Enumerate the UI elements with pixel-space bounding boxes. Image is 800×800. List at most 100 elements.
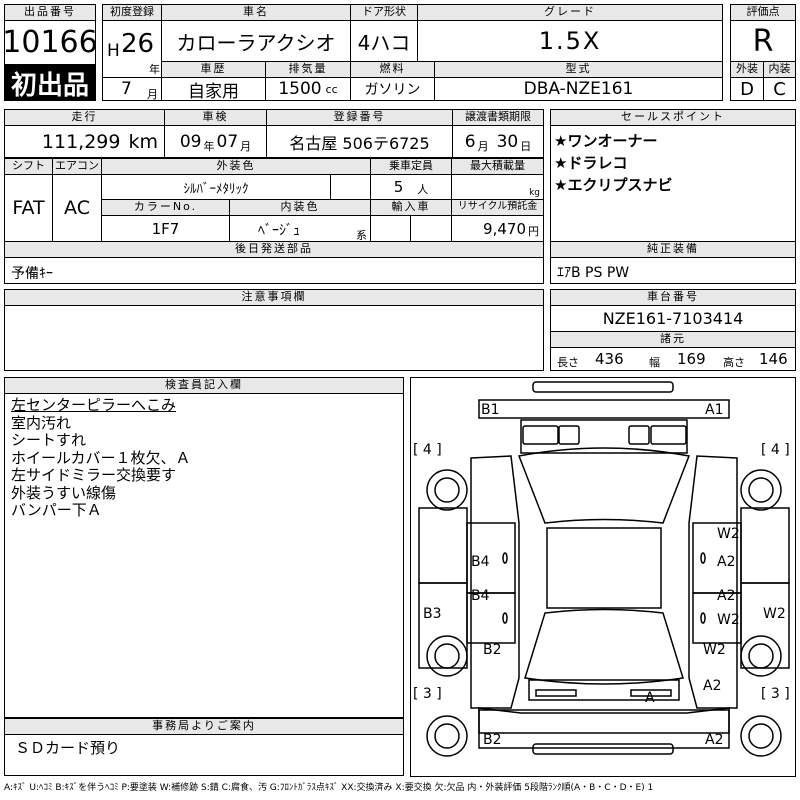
- import-cell: [370, 215, 411, 242]
- fuel-cell: ガソリン: [350, 77, 435, 101]
- door-cell: 4ハコ: [350, 20, 418, 62]
- mark-left-4: [ 4 ]: [413, 442, 442, 458]
- capacity-unit: 人: [417, 183, 429, 196]
- fuel-header: 燃料: [350, 61, 435, 78]
- history-header: 車歴: [161, 61, 266, 78]
- door-header: ドア形状: [350, 4, 418, 21]
- ac-header: エアコン: [52, 158, 102, 175]
- genuine-equipment: ｴｱB PS PW: [557, 265, 630, 281]
- plate-header: 登録番号: [266, 109, 453, 126]
- reg-month: 7: [121, 79, 132, 99]
- sales-points-cell: ★ワンオーナー ★ドラレコ ★エクリプスナビ: [550, 125, 796, 242]
- later-parts-cell: 予備ｷｰ: [4, 257, 544, 284]
- mark-left-b4-2: B4: [471, 588, 490, 604]
- inspector-line: 左サイドミラー交換要す: [11, 466, 177, 484]
- shift: FAT: [12, 197, 45, 219]
- capacity: 5: [393, 178, 404, 196]
- inspection-cell: 09 年 07 月: [164, 125, 267, 158]
- reg-year: 26: [121, 29, 155, 59]
- inspector-header: 検査員記入欄: [4, 377, 404, 394]
- score-header: 評価点: [730, 4, 796, 21]
- car-name: カローラアクシオ: [176, 30, 336, 55]
- mark-right-3: [ 3 ]: [761, 686, 790, 702]
- car-diagram: B1 A1 [ 4 ] [ 4 ] W2 B4 A2 B4 A2 B3 W2 W…: [410, 377, 796, 777]
- max-load-header: 最大積載量: [451, 158, 544, 175]
- ext-color: ｼﾙﾊﾞｰﾒﾀﾘｯｸ: [183, 181, 249, 197]
- mark-right-w2-4: W2: [703, 642, 726, 658]
- model-header: 型式: [434, 61, 723, 78]
- office-note: ＳＤカード預り: [15, 739, 121, 757]
- first-reg-header: 初度登録: [102, 4, 162, 21]
- transfer-month-unit: 月: [477, 139, 489, 153]
- insp-year: 09: [179, 131, 202, 152]
- mark-right-front-w2: W2: [717, 526, 740, 542]
- inspector-line: 室内汚れ: [11, 413, 72, 432]
- height: 146: [759, 350, 788, 368]
- plate: 名古屋 506テ6725: [289, 133, 430, 153]
- mark-right-w2-2: W2: [717, 612, 740, 628]
- insp-year-unit: 年: [203, 139, 215, 153]
- displacement-header: 排気量: [265, 61, 351, 78]
- model-cell: DBA-NZE161: [434, 77, 723, 101]
- import-header: 輸入車: [370, 199, 452, 216]
- mark-left-3: [ 3 ]: [413, 686, 442, 702]
- mark-rear-right: A2: [705, 732, 723, 748]
- office-cell: ＳＤカード預り: [4, 734, 404, 776]
- exterior-header: 外装: [730, 61, 764, 78]
- mark-left-b3: B3: [423, 606, 442, 622]
- grade-header: グレード: [417, 4, 723, 21]
- transfer-cell: 6 月 30 日: [452, 125, 544, 158]
- interior-score: C: [773, 78, 786, 100]
- mileage-unit: km: [128, 130, 158, 153]
- capacity-cell: 5 人: [370, 174, 452, 200]
- width-label: 幅: [649, 356, 660, 369]
- inspector-line: 左センターピラーへこみ: [11, 396, 177, 414]
- recycle-header: リサイクル預託金: [451, 199, 544, 216]
- later-parts-header: 後日発送部品: [4, 241, 544, 258]
- genuine-header: 純正装備: [550, 241, 796, 258]
- history-cell: 自家用: [161, 77, 266, 102]
- interior-cell: C: [763, 77, 796, 101]
- inspector-cell: 左センターピラーへこみ 室内汚れ シートすれ ホイールカバー１枚欠、Ａ 左サイド…: [4, 393, 404, 718]
- insp-month: 07: [216, 131, 239, 152]
- door-type: 4ハコ: [357, 30, 411, 55]
- inspector-line: バンパー下Ａ: [11, 501, 102, 519]
- max-load-unit: kg: [529, 188, 540, 198]
- chassis-header: 車台番号: [550, 289, 796, 306]
- int-color-cell: ﾍﾞｰｼﾞｭ 系: [229, 215, 371, 242]
- color-no-header: カラーNo.: [101, 199, 230, 216]
- recycle-cell: 9,470 円: [451, 215, 544, 242]
- chassis-cell: NZE161-7103414: [550, 305, 796, 332]
- inspector-line: シートすれ: [11, 431, 87, 449]
- ext-color-header: 外装色: [101, 158, 371, 175]
- color-no-cell: 1F7: [101, 215, 230, 242]
- mark-right-a2-3: A2: [703, 678, 721, 694]
- lot-number-cell: 10166: [2, 20, 98, 65]
- mark-right-w2-3: W2: [763, 606, 786, 622]
- legend: A:ｷｽﾞ U:ﾍｺﾐ B:ｷｽﾞを伴うﾍｺﾐ P:要塗装 W:補修跡 S:錆 …: [4, 783, 654, 793]
- mark-right-4: [ 4 ]: [761, 442, 790, 458]
- displacement-unit: cc: [325, 82, 338, 96]
- ac: AC: [64, 197, 90, 219]
- height-label: 高さ: [723, 356, 745, 369]
- grade-cell: 1.5X: [417, 20, 723, 62]
- exterior-cell: D: [730, 77, 764, 101]
- office-header: 事務局よりご案内: [4, 718, 404, 735]
- mark-left-b2: B2: [483, 642, 502, 658]
- lot-number: 10166: [2, 25, 98, 60]
- sales-point: ★エクリプスナビ: [554, 176, 673, 194]
- first-listing-badge: 初出品: [4, 65, 96, 101]
- length: 436: [595, 350, 624, 368]
- genuine-cell: ｴｱB PS PW: [550, 257, 796, 284]
- capacity-header: 乗車定員: [370, 158, 452, 175]
- color-no: 1F7: [151, 219, 180, 238]
- history: 自家用: [188, 81, 239, 102]
- ext-color-cell: ｼﾙﾊﾞｰﾒﾀﾘｯｸ: [101, 174, 331, 200]
- first-reg-month-cell: 7 月: [102, 77, 162, 101]
- year-unit: 年: [149, 63, 160, 76]
- plate-cell: 名古屋 506テ6725: [266, 125, 453, 158]
- dims-cell: 長さ 436 幅 169 高さ 146: [550, 347, 796, 371]
- later-parts: 予備ｷｰ: [11, 266, 53, 282]
- sales-points-header: セールスポイント: [550, 109, 796, 126]
- length-label: 長さ: [557, 356, 579, 369]
